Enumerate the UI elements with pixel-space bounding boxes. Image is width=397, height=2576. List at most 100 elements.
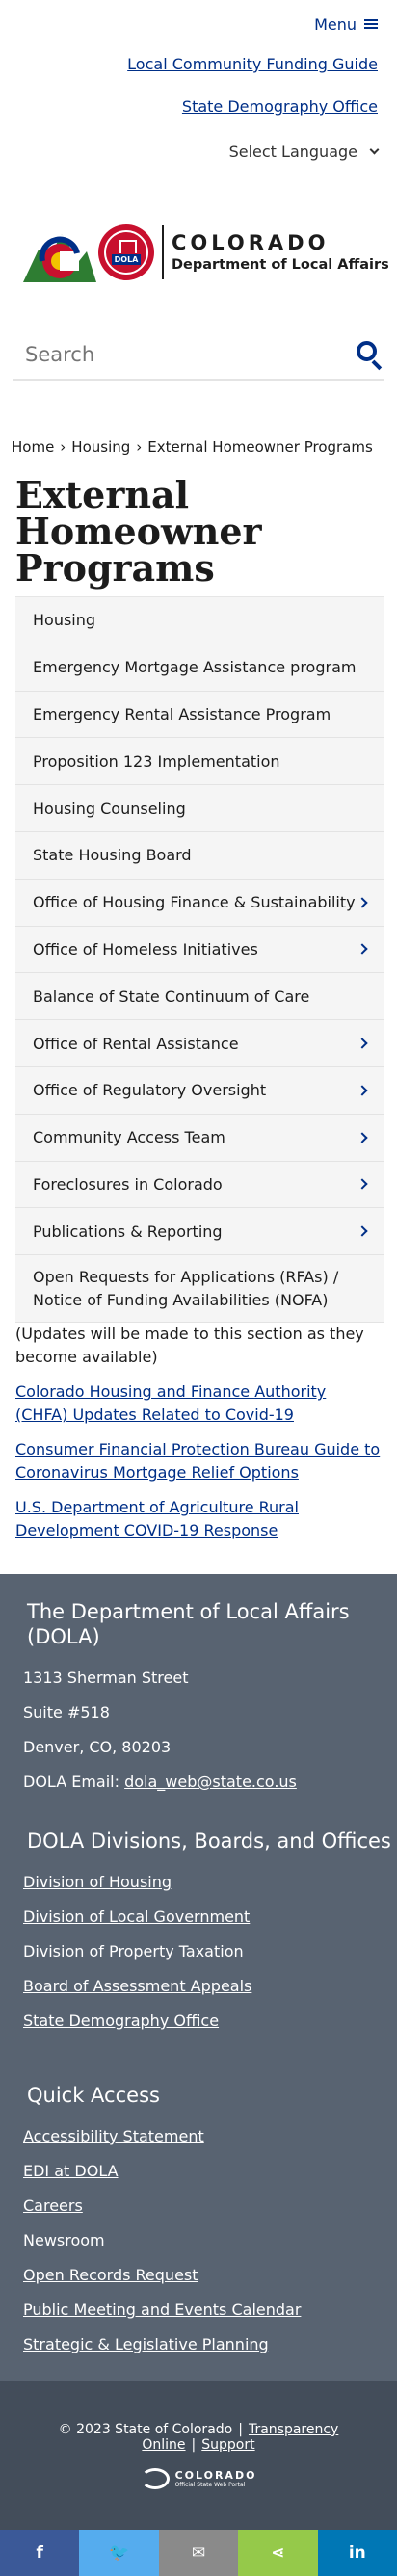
edi-link[interactable]: EDI at DOLA — [0, 2154, 397, 2189]
chevron-right-icon — [357, 897, 368, 908]
copyright-text: © 2023 State of Colorado — [58, 2422, 233, 2437]
subnav-item-emergency-rental[interactable]: Emergency Rental Assistance Program — [15, 691, 384, 739]
subnav-label: Housing — [33, 611, 96, 630]
subnav-item-foreclosures[interactable]: Foreclosures in Colorado — [15, 1161, 384, 1209]
email-label: DOLA Email: — [23, 1773, 120, 1791]
accessibility-statement-link[interactable]: Accessibility Statement — [0, 2119, 397, 2154]
share-bar: f 🐦 ✉ ⋖ in — [0, 2530, 397, 2576]
subnav-label: Office of Regulatory Oversight — [33, 1081, 267, 1100]
hamburger-icon — [364, 19, 378, 29]
email-link[interactable]: dola_web@state.co.us — [124, 1773, 297, 1791]
search-bar — [13, 330, 384, 381]
twitter-share-button[interactable]: 🐦 — [79, 2530, 159, 2576]
support-link[interactable]: Support — [201, 2437, 254, 2453]
chevron-right-icon — [357, 1178, 368, 1191]
portal-logo-subtitle: Official State Web Portal — [174, 2482, 246, 2488]
menu-label: Menu — [314, 14, 357, 34]
linkedin-icon: in — [348, 2543, 366, 2563]
careers-link[interactable]: Careers — [0, 2189, 397, 2223]
twitter-icon: 🐦 — [109, 2543, 130, 2563]
subnav-label: State Housing Board — [33, 846, 192, 865]
subnav-item-community-access[interactable]: Community Access Team — [15, 1114, 384, 1162]
facebook-share-button[interactable]: f — [0, 2530, 80, 2576]
logo-divider — [162, 225, 164, 279]
open-records-link[interactable]: Open Records Request — [0, 2258, 397, 2293]
language-label: Select Language — [228, 143, 357, 161]
subnav-item-rfa-nofa[interactable]: Open Requests for Applications (RFAs) / … — [15, 1255, 384, 1324]
newsroom-link[interactable]: Newsroom — [0, 2223, 397, 2258]
address-line-1: 1313 Sherman Street — [23, 1669, 189, 1687]
footer-quick-access-heading: Quick Access — [27, 2084, 160, 2107]
board-assessment-appeals-link[interactable]: Board of Assessment Appeals — [0, 1969, 397, 2004]
chevron-right-icon — [357, 1225, 368, 1237]
email-row: DOLA Email: dola_web@state.co.us — [23, 1765, 397, 1800]
subnav-label: Emergency Rental Assistance Program — [33, 704, 331, 723]
breadcrumb: Home › Housing › External Homeowner Programs — [0, 436, 397, 458]
division-local-government-link[interactable]: Division of Local Government — [0, 1900, 397, 1934]
subnav-label: Proposition 123 Implementation — [33, 751, 280, 771]
subnav-item-housing-counseling[interactable]: Housing Counseling — [15, 785, 384, 832]
email-icon: ✉ — [191, 2543, 206, 2563]
division-housing-link[interactable]: Division of Housing — [0, 1865, 397, 1900]
subnav-item-homeless-initiatives[interactable]: Office of Homeless Initiatives — [15, 926, 384, 974]
language-select[interactable]: Select Language — [228, 143, 380, 161]
footer-bottom-bar: © 2023 State of Colorado | Transparency On… — [0, 2381, 397, 2530]
subnav-item-housing-finance[interactable]: Office of Housing Finance & Sustainabili… — [15, 879, 384, 927]
colorado-portal-mark-icon — [140, 2468, 170, 2489]
state-demography-office-link[interactable]: State Demography Office — [19, 96, 378, 118]
copyright-row: © 2023 State of Colorado | Transparency On… — [58, 2422, 339, 2453]
linkedin-share-button[interactable]: in — [317, 2530, 397, 2576]
chevron-down-icon — [369, 145, 380, 155]
footer-address: 1313 Sherman Street Suite #518 Denver, C… — [0, 1661, 397, 1800]
state-demography-footer-link[interactable]: State Demography Office — [0, 2004, 397, 2038]
subnav-item-proposition-123[interactable]: Proposition 123 Implementation — [15, 738, 384, 786]
subnav-item-publications[interactable]: Publications & Reporting — [15, 1208, 384, 1256]
division-property-taxation-link[interactable]: Division of Property Taxation — [0, 1934, 397, 1969]
subnav-label: Emergency Mortgage Assistance program — [33, 658, 357, 677]
subnav-label: Office of Housing Finance & Sustainabili… — [33, 893, 356, 912]
chevron-right-icon — [357, 943, 368, 956]
divisions-list: Division of Housing Division of Local Go… — [0, 1865, 397, 2038]
strategic-planning-link[interactable]: Strategic & Legislative Planning — [0, 2327, 397, 2362]
chevron-right-icon — [357, 1038, 368, 1049]
public-meeting-calendar-link[interactable]: Public Meeting and Events Calendar — [0, 2293, 397, 2327]
site-logo[interactable]: DOLA COLORADO Department of Local Affair… — [0, 217, 397, 288]
colorado-c-logo-icon — [23, 234, 96, 282]
colorado-portal-logo[interactable]: COLORADO Official State Web Portal — [0, 2468, 397, 2489]
update-note: (Updates will be made to this section as… — [15, 1325, 364, 1367]
local-community-funding-guide-link[interactable]: Local Community Funding Guide — [19, 54, 378, 75]
subnav-item-regulatory-oversight[interactable]: Office of Regulatory Oversight — [15, 1066, 384, 1115]
subnav-item-state-housing-board[interactable]: State Housing Board — [15, 831, 384, 880]
facebook-icon: f — [36, 2543, 43, 2563]
chfa-covid-link[interactable]: Colorado Housing and Finance Authority (… — [15, 1380, 382, 1427]
subnav-item-rental-assistance[interactable]: Office of Rental Assistance — [15, 1020, 384, 1067]
subnav-item-housing[interactable]: Housing — [15, 597, 384, 644]
main-content: (Updates will be made to this section as… — [0, 1323, 397, 1542]
subnav-label: Office of Homeless Initiatives — [33, 939, 258, 959]
subnav-label: Publications & Reporting — [33, 1222, 223, 1241]
generic-share-button[interactable]: ⋖ — [238, 2530, 318, 2576]
subnav-item-balance-of-state[interactable]: Balance of State Continuum of Care — [15, 973, 384, 1021]
site-footer: The Department of Local Affairs (DOLA) 1… — [0, 1574, 397, 2381]
cfpb-mortgage-relief-link[interactable]: Consumer Financial Protection Bureau Gui… — [15, 1438, 382, 1485]
menu-button[interactable]: Menu — [314, 13, 378, 35]
email-share-button[interactable]: ✉ — [158, 2530, 239, 2576]
breadcrumb-home[interactable]: Home — [12, 438, 54, 456]
search-icon[interactable] — [357, 341, 384, 371]
subnav-label: Balance of State Continuum of Care — [33, 986, 310, 1006]
logo-department-name: Department of Local Affairs — [172, 257, 389, 273]
logo-wordmark: COLORADO Department of Local Affairs — [172, 230, 389, 275]
subnav-item-emergency-mortgage[interactable]: Emergency Mortgage Assistance program — [15, 644, 384, 692]
subnav-label: Housing Counseling — [33, 799, 186, 818]
breadcrumb-current: External Homeowner Programs — [147, 438, 373, 456]
breadcrumb-housing[interactable]: Housing — [71, 438, 130, 456]
usda-covid-link[interactable]: U.S. Department of Agriculture Rural Dev… — [15, 1496, 382, 1542]
logo-state-name: COLORADO — [172, 231, 330, 254]
breadcrumb-separator: › — [136, 438, 143, 456]
breadcrumb-separator: › — [60, 438, 66, 456]
search-input[interactable] — [25, 343, 314, 366]
address-line-3: Denver, CO, 80203 — [23, 1738, 172, 1756]
subnav-label: Foreclosures in Colorado — [33, 1174, 223, 1194]
address-line-2: Suite #518 — [23, 1703, 110, 1722]
chevron-right-icon — [357, 1085, 368, 1096]
